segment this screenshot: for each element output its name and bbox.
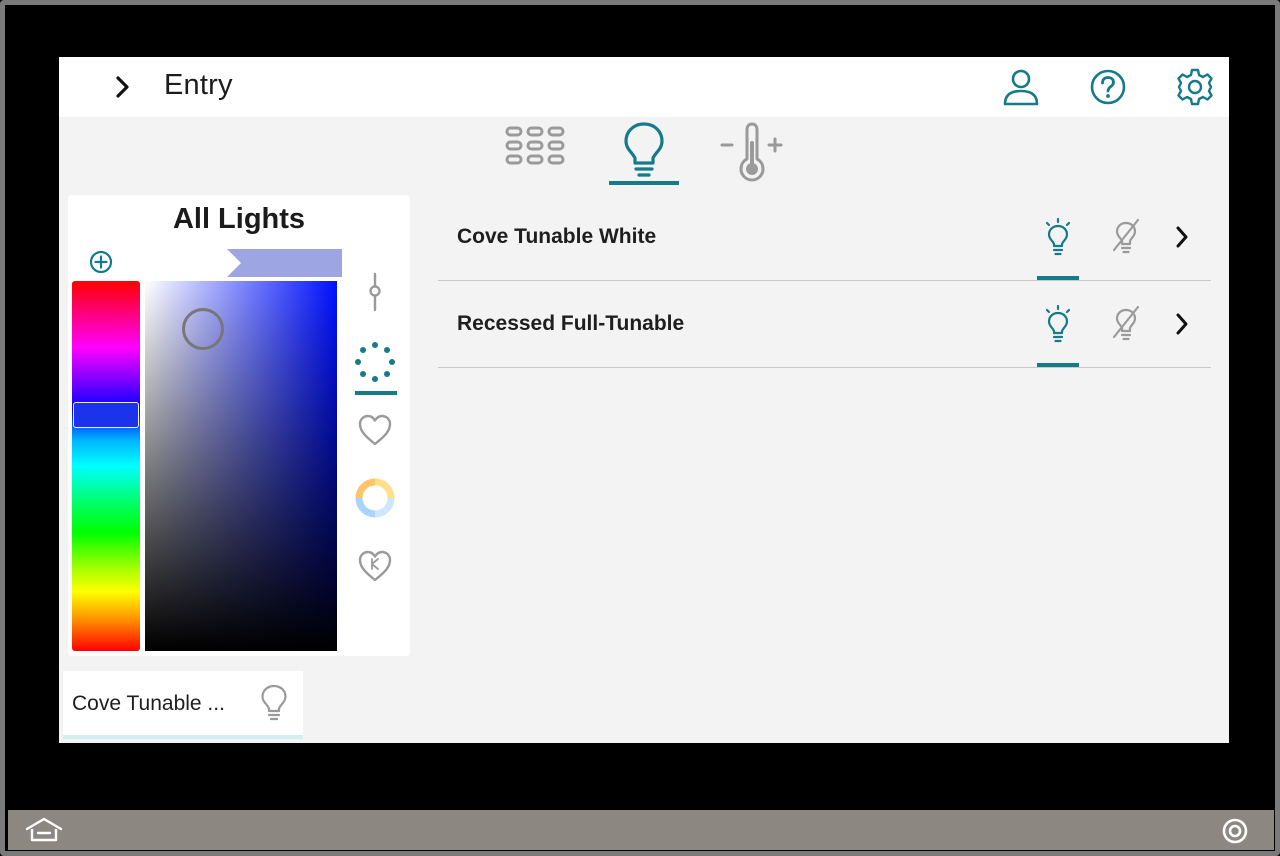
selected-color-swatch	[227, 249, 342, 277]
fixture-row: Cove Tunable White	[438, 194, 1211, 281]
thermostat-icon	[718, 121, 788, 188]
tab-selected-underline	[609, 181, 679, 185]
add-circle-icon[interactable]	[89, 250, 113, 274]
lightbulb-off-icon[interactable]	[1105, 303, 1147, 345]
tab-lights[interactable]	[609, 121, 679, 185]
chevron-right-icon[interactable]	[1161, 303, 1203, 345]
app-screen: Entry All Lights Cove Tunable White Rece…	[59, 57, 1229, 743]
room-title: Entry	[164, 69, 233, 101]
fixture-name: Cove Tunable White	[457, 225, 657, 248]
saturation-brightness-picker[interactable]	[145, 281, 337, 651]
color-wheel-dots-icon[interactable]	[354, 341, 396, 383]
tab-keypads[interactable]	[500, 121, 570, 185]
heart-icon[interactable]	[354, 409, 396, 451]
selected-fixture-chip[interactable]: Cove Tunable ...	[63, 671, 303, 739]
target-icon[interactable]	[1220, 816, 1250, 846]
chevron-right-icon[interactable]	[109, 73, 137, 101]
system-taskbar	[8, 810, 1274, 850]
color-picker-panel: All Lights	[68, 195, 410, 656]
lightbulb-on-icon[interactable]	[1037, 216, 1079, 258]
lightbulb-icon	[621, 121, 667, 184]
slider-icon[interactable]	[354, 271, 396, 313]
help-icon[interactable]	[1088, 67, 1128, 107]
color-picker-handle[interactable]	[182, 308, 224, 350]
mode-selected-underline	[355, 391, 397, 395]
hue-slider-handle[interactable]	[73, 402, 139, 428]
lightbulb-on-icon[interactable]	[1037, 303, 1079, 345]
tab-climate[interactable]	[718, 121, 788, 185]
home-icon[interactable]	[24, 816, 64, 844]
hue-slider[interactable]	[72, 281, 140, 651]
header-bar: Entry	[59, 57, 1229, 117]
panel-title: All Lights	[172, 203, 306, 235]
fixture-row: Recessed Full-Tunable	[438, 281, 1211, 368]
fixture-state-underline	[1037, 363, 1079, 367]
user-icon[interactable]	[1001, 67, 1041, 107]
lightbulb-outline-icon	[256, 683, 292, 723]
fixture-name: Recessed Full-Tunable	[457, 312, 685, 335]
fixture-list: Cove Tunable White Recessed Full-Tunable	[438, 194, 1211, 368]
chip-label: Cove Tunable ...	[72, 692, 225, 715]
heart-kelvin-icon[interactable]	[354, 545, 396, 587]
gear-icon[interactable]	[1175, 67, 1215, 107]
chevron-right-icon[interactable]	[1161, 216, 1203, 258]
color-temperature-ring-icon[interactable]	[354, 477, 396, 519]
keypad-icon	[503, 121, 567, 172]
category-tabs	[59, 117, 1229, 187]
fixture-state-underline	[1037, 276, 1079, 280]
lightbulb-off-icon[interactable]	[1105, 216, 1147, 258]
